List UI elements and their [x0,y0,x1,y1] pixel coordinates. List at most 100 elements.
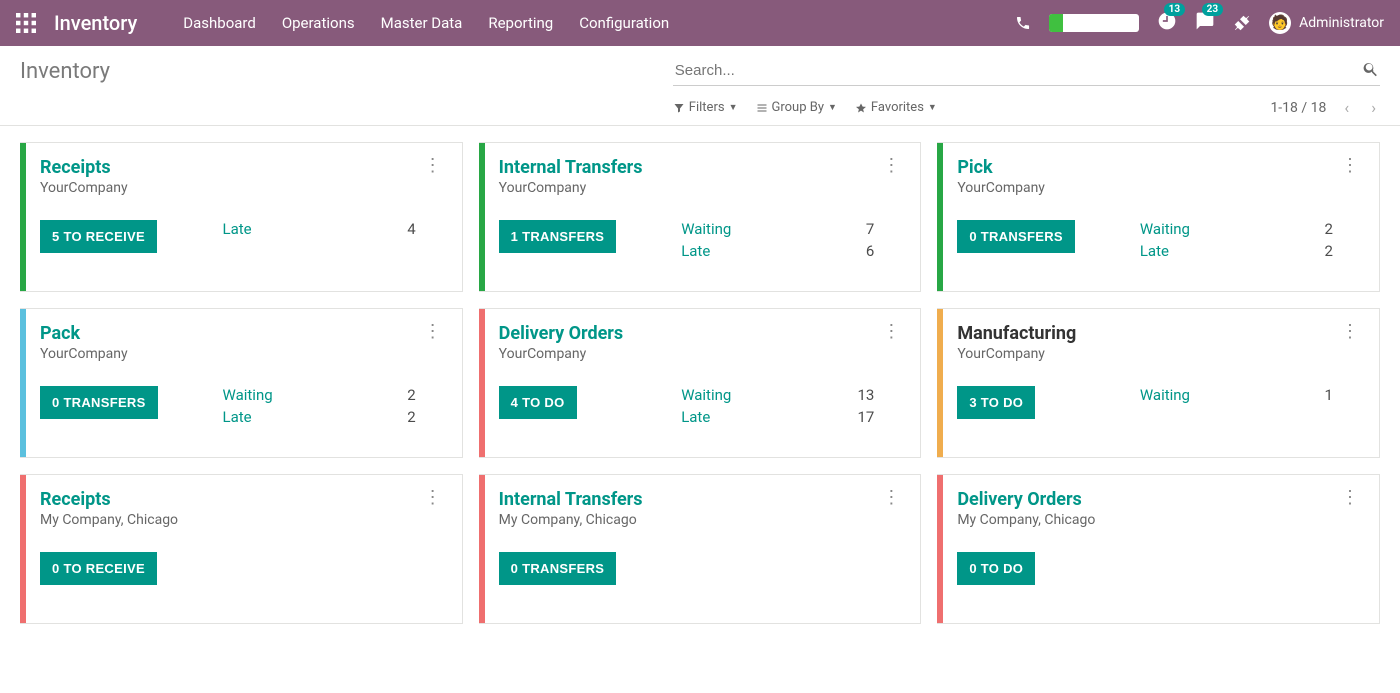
card-title[interactable]: Delivery Orders [499,323,623,344]
card-action-button[interactable]: 0 TRANSFERS [957,220,1075,253]
nav-master-data[interactable]: Master Data [381,14,463,32]
tools-icon[interactable] [1233,14,1251,32]
caret-down-icon: ▼ [928,102,937,113]
filters-button[interactable]: Filters ▼ [673,100,738,115]
card-title[interactable]: Manufacturing [957,323,1076,344]
chat-badge: 23 [1202,3,1223,16]
user-menu[interactable]: 🧑 Administrator [1269,12,1384,34]
stat-label: Late [223,408,252,426]
caret-down-icon: ▼ [828,102,837,113]
stat-row[interactable]: Late 4 [223,220,446,238]
chat-icon[interactable]: 23 [1195,11,1215,35]
pager: 1-18 / 18 ‹ › [1270,98,1380,117]
stat-row[interactable]: Late 17 [681,408,904,426]
card-stripe [937,143,943,291]
card-action-button[interactable]: 5 TO RECEIVE [40,220,157,253]
kebab-icon[interactable]: ⋮ [878,323,904,341]
stat-value: 1 [1325,386,1333,404]
filter-group: Filters ▼ Group By ▼ Favorites ▼ [673,100,937,115]
card-action-button[interactable]: 0 TO RECEIVE [40,552,157,585]
card-action-button[interactable]: 0 TRANSFERS [499,552,617,585]
groupby-button[interactable]: Group By ▼ [756,100,837,115]
activity-icon[interactable]: 13 [1157,11,1177,35]
progress-bar[interactable] [1049,14,1139,32]
phone-icon[interactable] [1015,15,1031,31]
card-action-button[interactable]: 0 TRANSFERS [40,386,158,419]
nav-operations[interactable]: Operations [282,14,355,32]
card-title[interactable]: Pack [40,323,128,344]
kanban-card: ReceiptsYourCompany⋮5 TO RECEIVELate4 [20,142,463,292]
kebab-icon[interactable]: ⋮ [878,157,904,175]
stat-value: 6 [866,242,874,260]
stat-row[interactable]: Late6 [681,242,904,260]
stat-row[interactable]: Waiting1 [1140,386,1363,404]
kebab-icon[interactable]: ⋮ [420,157,446,175]
card-title[interactable]: Receipts [40,157,128,178]
stat-value: 13 [857,386,874,404]
card-title[interactable]: Delivery Orders [957,489,1095,510]
stat-row[interactable]: Late2 [223,408,446,426]
stat-label: Late [681,408,710,426]
nav-dashboard[interactable]: Dashboard [183,14,256,32]
nav-reporting[interactable]: Reporting [488,14,553,32]
stat-label: Late [223,220,252,238]
card-stripe [937,309,943,457]
stat-row[interactable]: Late2 [1140,242,1363,260]
card-title[interactable]: Internal Transfers [499,157,643,178]
kebab-icon[interactable]: ⋮ [420,489,446,507]
kebab-icon[interactable]: ⋮ [1337,157,1363,175]
card-action-button[interactable]: 3 TO DO [957,386,1035,419]
card-action-button[interactable]: 4 TO DO [499,386,577,419]
kebab-icon[interactable]: ⋮ [420,323,446,341]
nav-links: Dashboard Operations Master Data Reporti… [183,14,669,32]
card-stripe [479,475,485,623]
card-subtitle: YourCompany [957,180,1045,196]
stat-row[interactable]: Waiting2 [223,386,446,404]
kanban-card: Delivery OrdersMy Company, Chicago⋮0 TO … [937,474,1380,624]
nav-right: 13 23 🧑 Administrator [1015,11,1384,35]
brand[interactable]: Inventory [54,11,137,35]
pager-prev[interactable]: ‹ [1340,98,1353,117]
nav-configuration[interactable]: Configuration [579,14,669,32]
stat-value: 2 [407,386,415,404]
card-stripe [479,309,485,457]
card-action-button[interactable]: 1 TRANSFERS [499,220,617,253]
card-title[interactable]: Internal Transfers [499,489,643,510]
stat-value: 7 [866,220,874,238]
stat-label: Waiting [681,386,731,404]
kebab-icon[interactable]: ⋮ [1337,323,1363,341]
card-subtitle: My Company, Chicago [499,512,643,528]
card-stripe [20,143,26,291]
stat-row[interactable]: Waiting2 [1140,220,1363,238]
card-action-button[interactable]: 0 TO DO [957,552,1035,585]
kebab-icon[interactable]: ⋮ [878,489,904,507]
stat-value: 17 [857,408,874,426]
card-title[interactable]: Receipts [40,489,178,510]
stat-value: 2 [1325,242,1333,260]
search-input[interactable] [673,56,1380,85]
card-subtitle: My Company, Chicago [40,512,178,528]
pager-text: 1-18 / 18 [1270,100,1326,116]
stat-row[interactable]: Waiting 13 [681,386,904,404]
kebab-icon[interactable]: ⋮ [1337,489,1363,507]
stat-label: Waiting [681,220,731,238]
favorites-button[interactable]: Favorites ▼ [855,100,937,115]
apps-icon[interactable] [16,13,36,33]
card-stripe [479,143,485,291]
card-subtitle: YourCompany [957,346,1076,362]
card-subtitle: YourCompany [499,180,643,196]
kanban-card: Manufacturing YourCompany ⋮ 3 TO DO Waiting1 [937,308,1380,458]
stat-value: 4 [407,220,415,238]
kanban-board: Receipts YourCompany ⋮ 5 TO RECEIVE Late 4 Int… [0,126,1400,656]
card-stripe [937,475,943,623]
kanban-card: Pick YourCompany ⋮ 0 TRANSFERS Waiting2 Late2 [937,142,1380,292]
activity-badge: 13 [1164,3,1185,16]
stat-row[interactable]: Waiting 7 [681,220,904,238]
control-panel: Inventory Filters ▼ Group By ▼ Favorites [0,46,1400,126]
search-icon[interactable] [1362,60,1380,82]
kanban-card: Delivery OrdersYourCompany⋮4 TO DOWaitin… [479,308,922,458]
card-subtitle: YourCompany [40,346,128,362]
kanban-card: Internal Transfers My Company, Chicago ⋮ 0 … [479,474,922,624]
card-title[interactable]: Pick [957,157,1045,178]
pager-next[interactable]: › [1367,98,1380,117]
